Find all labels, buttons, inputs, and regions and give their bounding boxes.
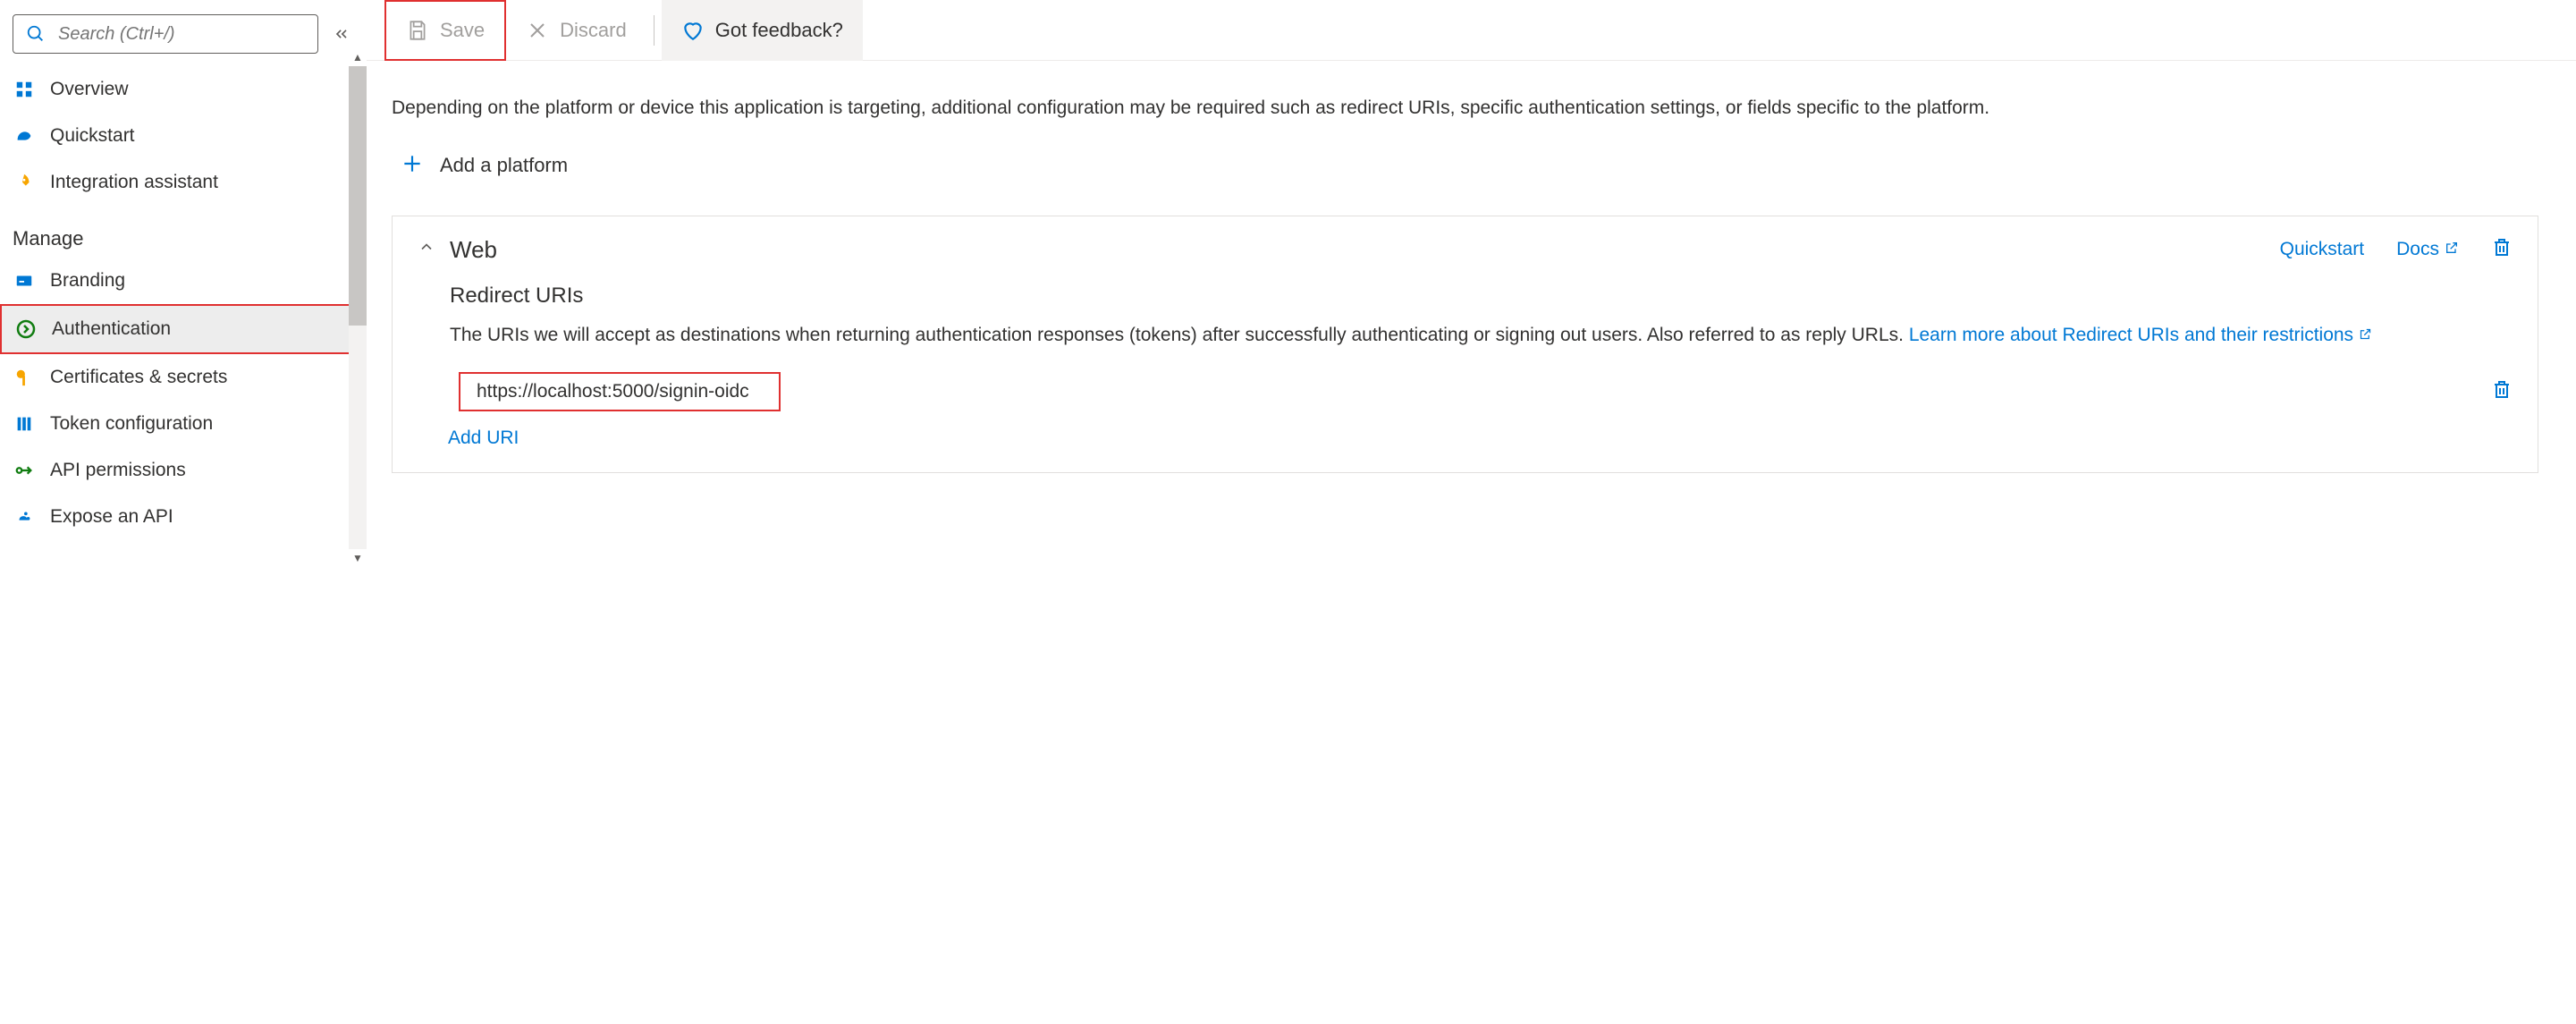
authentication-icon — [14, 317, 38, 341]
sidebar-item-label: Quickstart — [50, 125, 135, 147]
toolbar: Save Discard Got feedback? — [367, 0, 2576, 61]
add-platform-button[interactable]: Add a platform — [401, 152, 2538, 180]
platform-card-web: Web Quickstart Docs — [392, 216, 2538, 474]
external-link-icon — [2445, 239, 2459, 260]
close-icon — [526, 19, 549, 42]
sidebar-item-token-config[interactable]: Token configuration — [0, 401, 367, 447]
sidebar-item-branding[interactable]: Branding — [0, 258, 367, 304]
redirect-uri-input[interactable]: https://localhost:5000/signin-oidc — [459, 372, 781, 411]
learn-more-redirect-link[interactable]: Learn more about Redirect URIs and their… — [1909, 321, 2372, 350]
add-platform-label: Add a platform — [440, 154, 568, 177]
sidebar-item-label: Overview — [50, 79, 129, 100]
redirect-uris-description: The URIs we will accept as destinations … — [450, 321, 2513, 350]
feedback-button[interactable]: Got feedback? — [662, 0, 863, 61]
search-icon — [24, 22, 47, 46]
scrollbar-up-arrow[interactable]: ▲ — [349, 48, 367, 66]
platform-description: Depending on the platform or device this… — [392, 94, 2538, 123]
docs-link-label: Docs — [2396, 239, 2439, 260]
sidebar-item-integration[interactable]: Integration assistant — [0, 159, 367, 206]
expose-api-icon — [13, 505, 36, 529]
sidebar-item-label: Certificates & secrets — [50, 367, 227, 388]
add-uri-button[interactable]: Add URI — [448, 427, 2513, 449]
feedback-label: Got feedback? — [715, 19, 843, 42]
scrollbar-thumb[interactable] — [349, 66, 367, 326]
sidebar-item-label: Integration assistant — [50, 172, 218, 193]
main-content: Save Discard Got feedback? Depending on … — [367, 0, 2576, 1024]
search-input[interactable] — [56, 23, 307, 46]
rocket-icon — [13, 171, 36, 194]
scrollbar[interactable]: ▲ ▼ — [349, 66, 367, 549]
save-icon — [406, 19, 429, 42]
token-icon — [13, 412, 36, 436]
search-box[interactable] — [13, 14, 318, 54]
scrollbar-down-arrow[interactable]: ▼ — [349, 549, 367, 567]
sidebar-item-overview[interactable]: Overview — [0, 66, 367, 113]
discard-label: Discard — [560, 19, 627, 42]
collapse-sidebar-button[interactable] — [329, 21, 354, 47]
sidebar-item-label: Branding — [50, 270, 125, 292]
quickstart-link[interactable]: Quickstart — [2280, 239, 2365, 260]
external-link-icon — [2359, 321, 2372, 350]
discard-button[interactable]: Discard — [506, 0, 646, 61]
card-title: Web — [450, 236, 497, 264]
sidebar-item-api-permissions[interactable]: API permissions — [0, 447, 367, 494]
save-button[interactable]: Save — [384, 0, 506, 61]
key-icon — [13, 366, 36, 389]
overview-icon — [13, 78, 36, 101]
section-header-manage: Manage — [0, 206, 367, 258]
toolbar-separator — [654, 15, 655, 46]
heart-icon — [681, 19, 705, 42]
sidebar-item-label: API permissions — [50, 460, 186, 481]
sidebar: ▲ ▼ Overview Quickstart Integr — [0, 0, 367, 1024]
api-permissions-icon — [13, 459, 36, 482]
redirect-uris-heading: Redirect URIs — [450, 284, 2513, 309]
sidebar-item-label: Token configuration — [50, 413, 213, 435]
delete-platform-button[interactable] — [2491, 236, 2513, 263]
collapse-card-button[interactable] — [418, 238, 435, 261]
sidebar-item-authentication[interactable]: Authentication — [0, 304, 367, 354]
sidebar-item-certificates[interactable]: Certificates & secrets — [0, 354, 367, 401]
sidebar-item-label: Authentication — [52, 318, 171, 340]
save-label: Save — [440, 19, 485, 42]
sidebar-item-quickstart[interactable]: Quickstart — [0, 113, 367, 159]
docs-link[interactable]: Docs — [2396, 239, 2459, 260]
plus-icon — [401, 152, 424, 180]
sidebar-item-expose-api[interactable]: Expose an API — [0, 494, 367, 540]
quickstart-icon — [13, 124, 36, 148]
branding-icon — [13, 269, 36, 292]
delete-uri-button[interactable] — [2491, 378, 2513, 405]
sidebar-item-label: Expose an API — [50, 506, 173, 528]
